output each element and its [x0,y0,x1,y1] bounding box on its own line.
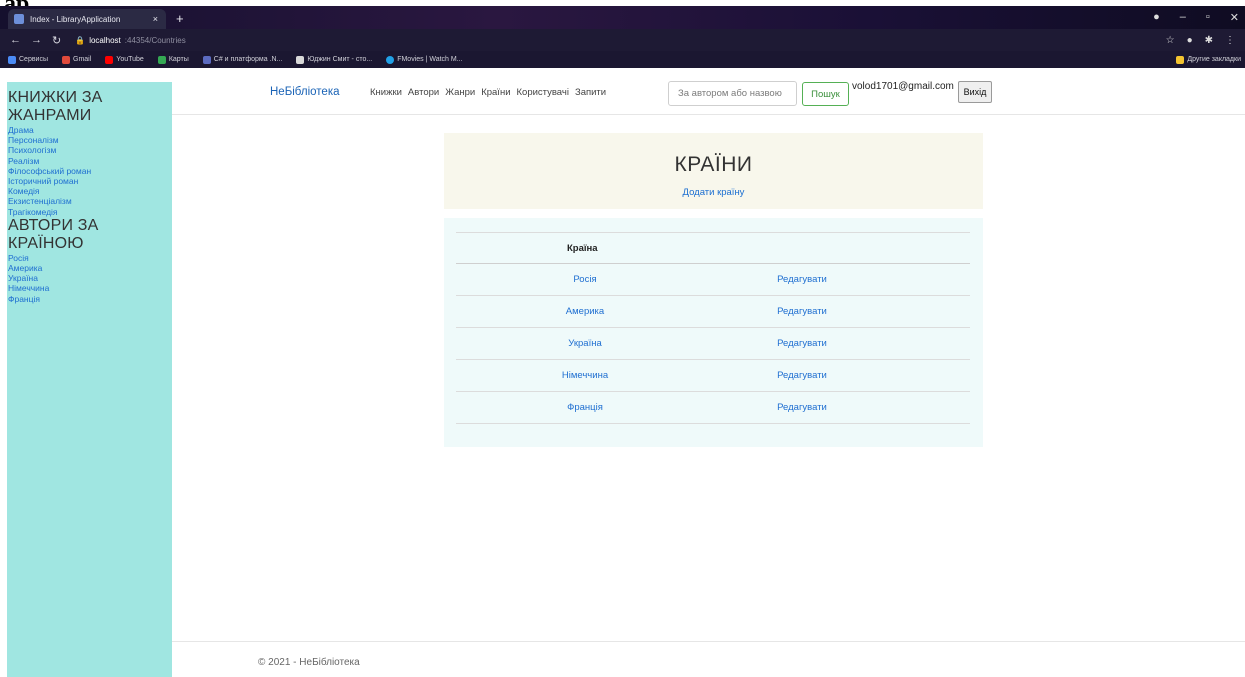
country-list: Росія Америка Україна Німеччина Франція [8,253,172,304]
minimize-icon[interactable]: – [1180,11,1186,24]
genre-link[interactable]: Історичний роман [8,176,172,186]
genre-link[interactable]: Трагікомедія [8,207,172,217]
browser-tabbar: Index - LibraryApplication × + ● – ▫ ✕ [0,6,1245,29]
close-window-icon[interactable]: ✕ [1230,11,1239,24]
country-filter-link[interactable]: Україна [8,273,172,283]
country-name-link[interactable]: Росія [456,263,714,296]
tab-title: Index - LibraryApplication [30,14,121,24]
bookmark-other[interactable]: Другие закладки [1176,55,1241,64]
tab-close-icon[interactable]: × [153,14,158,24]
reload-icon[interactable]: ↻ [52,34,61,47]
edit-link[interactable]: Редагувати [714,391,970,424]
nav-link[interactable]: Книжки [370,87,402,98]
countries-table-container: Країна Росія Редагувати Америка Редагувати У… [444,218,983,447]
nav-link[interactable]: Країни [481,87,510,98]
star-icon[interactable]: ☆ [1166,35,1175,46]
table-row: Україна Редагувати [456,327,970,360]
menu-icon[interactable]: ⋮ [1225,35,1235,46]
browser-tab[interactable]: Index - LibraryApplication × [8,9,166,29]
page-favicon-icon [14,14,24,24]
site-navbar: НеБібліотека Книжки Автори Жанри Країни Кори… [172,68,1245,115]
table-body: Росія Редагувати Америка Редагувати Україна Р… [456,263,970,424]
bookmark-apps[interactable]: Сервисы [8,55,48,64]
edit-link[interactable]: Редагувати [714,263,970,296]
country-filter-link[interactable]: Америка [8,263,172,273]
lock-icon: 🔒 [75,35,86,45]
country-name-link[interactable]: Німеччина [456,359,714,392]
country-name-link[interactable]: Америка [456,295,714,328]
site-icon [296,55,305,64]
footer-copyright: © 2021 - НеБібліотека [258,657,360,668]
brand-link[interactable]: НеБібліотека [270,86,340,98]
url-field[interactable]: 🔒 localhost:44354/Countries [75,36,185,45]
new-tab-button[interactable]: + [176,11,184,26]
bookmarks-bar: Сервисы Gmail YouTube Карты C# и платфор… [0,51,1245,68]
bookmark-gmail[interactable]: Gmail [62,55,91,64]
edit-link[interactable]: Редагувати [714,359,970,392]
genre-link[interactable]: Екзистенціалізм [8,196,172,206]
maps-icon [157,55,166,64]
doc-icon [202,55,211,64]
genre-link[interactable]: Драма [8,125,172,135]
bookmark-youtube[interactable]: YouTube [105,55,144,64]
country-filter-link[interactable]: Росія [8,253,172,263]
extension-icon[interactable]: ● [1187,35,1193,46]
youtube-icon [105,55,114,64]
genre-link[interactable]: Персоналізм [8,135,172,145]
authors-by-country-heading: АВТОРИ ЗА КРАЇНОЮ [8,216,99,252]
genre-link[interactable]: Реалізм [8,156,172,166]
search-button[interactable]: Пошук [802,82,849,106]
edit-link[interactable]: Редагувати [714,295,970,328]
add-country-link[interactable]: Додати країну [444,187,983,198]
column-header-country: Країна [456,232,970,264]
genre-link[interactable]: Комедія [8,186,172,196]
page-title: КРАЇНИ [674,153,753,176]
apps-icon [8,55,16,64]
country-name-link[interactable]: Франція [456,391,714,424]
browser-address-bar: ← → ↻ 🔒 localhost:44354/Countries ☆ ● ✱ … [0,29,1245,51]
search-input[interactable]: За автором або назвою [668,81,797,106]
table-row: Німеччина Редагувати [456,359,970,392]
maximize-icon[interactable]: ▫ [1206,11,1210,24]
forward-icon[interactable]: → [31,34,42,46]
bookmark-maps[interactable]: Карты [157,55,189,64]
country-filter-link[interactable]: Франція [8,294,172,304]
footer: © 2021 - НеБібліотека [172,641,1245,677]
back-icon[interactable]: ← [10,34,21,46]
puzzle-icon[interactable]: ✱ [1205,35,1213,46]
genres-heading: КНИЖКИ ЗА ЖАНРАМИ [8,89,103,124]
bookmark-fmovies[interactable]: FMovies | Watch M... [386,55,463,64]
bookmark-smith[interactable]: Юджин Смит - сто... [296,55,372,64]
edit-link[interactable]: Редагувати [714,327,970,360]
nav-link[interactable]: Автори [408,87,439,98]
genre-list: Драма Персоналізм Психологізм Реалізм Філосо… [8,125,172,217]
sidebar: КНИЖКИ ЗА ЖАНРАМИ Драма Персоналізм Психол… [7,82,172,677]
genre-link[interactable]: Філософський роман [8,166,172,176]
nav-link[interactable]: Жанри [445,87,475,98]
table-row: Франція Редагувати [456,391,970,424]
page: КНИЖКИ ЗА ЖАНРАМИ Драма Персоналізм Психол… [0,68,1245,677]
genre-link[interactable]: Психологізм [8,145,172,155]
user-email: volod1701@gmail.com [852,81,954,92]
logout-button[interactable]: Вихід [958,81,992,103]
country-name-link[interactable]: Україна [456,327,714,360]
fmovies-icon [386,55,395,64]
table-row: Росія Редагувати [456,263,970,296]
country-filter-link[interactable]: Німеччина [8,283,172,293]
bookmark-csharp[interactable]: C# и платформа .N... [202,55,282,64]
nav-link[interactable]: Запити [575,87,606,98]
profile-icon[interactable]: ● [1153,11,1160,24]
gmail-icon [62,55,71,64]
window-controls: ● – ▫ ✕ [1153,11,1239,24]
folder-icon [1176,55,1185,64]
table-row: Америка Редагувати [456,295,970,328]
nav-link[interactable]: Користувачі [517,87,569,98]
url-path: :44354/Countries [124,35,186,45]
page-header: КРАЇНИ Додати країну [444,133,983,209]
table-header-row: Країна [456,232,970,264]
nav-links: Книжки Автори Жанри Країни Користувачі Запити [370,87,606,98]
countries-table: Країна Росія Редагувати Америка Редагувати У… [456,232,970,424]
url-host: localhost [89,35,121,45]
extensions-area: ☆ ● ✱ ⋮ [1166,35,1235,46]
